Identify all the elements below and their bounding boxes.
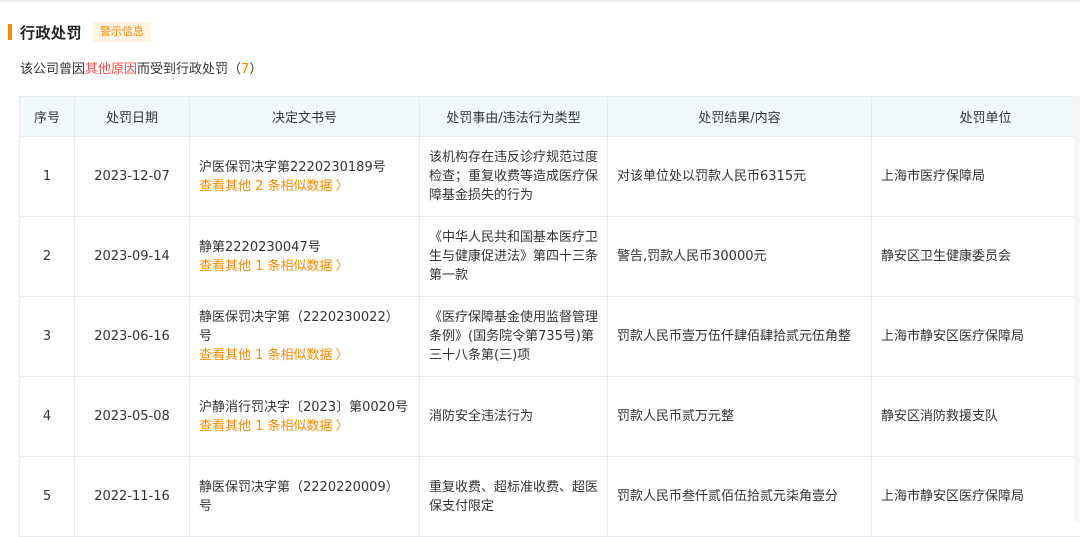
row-unit: 上海市医疗保障局 (872, 137, 1080, 217)
header-no: 序号 (20, 97, 75, 137)
table-row: 3 2023-06-16 静医保罚决字第（2220230022）号 查看其他 1… (20, 297, 1080, 377)
row-doc-cell: 沪医保罚决字第2220230189号 查看其他 2 条相似数据〉 (190, 137, 420, 217)
row-date: 2023-05-08 (75, 377, 190, 457)
row-date: 2023-06-16 (75, 297, 190, 377)
similar-data-link[interactable]: 查看其他 1 条相似数据〉 (199, 257, 410, 276)
table-row: 1 2023-12-07 沪医保罚决字第2220230189号 查看其他 2 条… (20, 137, 1080, 217)
row-date: 2022-11-16 (75, 457, 190, 537)
row-date: 2023-09-14 (75, 217, 190, 297)
row-no: 1 (20, 137, 75, 217)
similar-data-label: 查看其他 1 条相似数据 (199, 419, 333, 434)
chevron-right-icon: 〉 (336, 346, 349, 365)
summary-prefix: 该公司曾因 (20, 62, 85, 77)
table-row: 2 2023-09-14 静第2220230047号 查看其他 1 条相似数据〉… (20, 217, 1080, 297)
similar-data-label: 查看其他 1 条相似数据 (199, 259, 333, 274)
row-reason: 消防安全违法行为 (420, 377, 608, 457)
row-date: 2023-12-07 (75, 137, 190, 217)
chevron-right-icon: 〉 (336, 417, 349, 436)
header-reason: 处罚事由/违法行为类型 (420, 97, 608, 137)
header-result: 处罚结果/内容 (608, 97, 872, 137)
chevron-right-icon: 〉 (336, 257, 349, 276)
row-result: 罚款人民币叁仟贰佰伍拾贰元柒角壹分 (608, 457, 872, 537)
row-result: 罚款人民币贰万元整 (608, 377, 872, 457)
row-unit: 上海市静安区医疗保障局 (872, 297, 1080, 377)
summary-mid: 而受到行政处罚（ (137, 62, 241, 77)
row-reason: 重复收费、超标准收费、超医保支付限定 (420, 457, 608, 537)
header-unit: 处罚单位 (872, 97, 1080, 137)
row-result: 罚款人民币壹万伍仟肆佰肆拾贰元伍角整 (608, 297, 872, 377)
penalty-table: 序号 处罚日期 决定文书号 处罚事由/违法行为类型 处罚结果/内容 处罚单位 1… (19, 96, 1080, 537)
row-reason: 《医疗保障基金使用监督管理条例》(国务院令第735号)第三十八条第(三)项 (420, 297, 608, 377)
summary-suffix: ） (249, 62, 262, 77)
row-unit: 上海市静安区医疗保障局 (872, 457, 1080, 537)
row-no: 4 (20, 377, 75, 457)
row-no: 3 (20, 297, 75, 377)
row-doc: 静医保罚决字第（2220230022）号 (199, 308, 410, 346)
row-result: 警告,罚款人民币30000元 (608, 217, 872, 297)
warning-badge: 警示信息 (93, 22, 151, 42)
similar-data-link[interactable]: 查看其他 2 条相似数据〉 (199, 177, 410, 196)
penalty-summary: 该公司曾因其他原因而受到行政处罚（7） (20, 60, 262, 80)
header-date: 处罚日期 (75, 97, 190, 137)
row-doc: 静第2220230047号 (199, 238, 410, 257)
row-unit: 静安区卫生健康委员会 (872, 217, 1080, 297)
row-doc-cell: 沪静消行罚决字〔2023〕第0020号 查看其他 1 条相似数据〉 (190, 377, 420, 457)
section-accent-bar (8, 24, 12, 40)
row-result: 对该单位处以罚款人民币6315元 (608, 137, 872, 217)
row-reason: 该机构存在违反诊疗规范过度检查；重复收费等造成医疗保障基金损失的行为 (420, 137, 608, 217)
similar-data-link[interactable]: 查看其他 1 条相似数据〉 (199, 346, 410, 365)
row-doc: 沪静消行罚决字〔2023〕第0020号 (199, 398, 410, 417)
scroll-edge (1074, 96, 1080, 522)
table-row: 5 2022-11-16 静医保罚决字第（2220220009）号 重复收费、超… (20, 457, 1080, 537)
row-doc-cell: 静第2220230047号 查看其他 1 条相似数据〉 (190, 217, 420, 297)
summary-reason: 其他原因 (85, 62, 137, 77)
section-title: 行政处罚 (20, 22, 82, 43)
similar-data-label: 查看其他 2 条相似数据 (199, 179, 333, 194)
row-reason: 《中华人民共和国基本医疗卫生与健康促进法》第四十三条第一款 (420, 217, 608, 297)
section-header: 行政处罚 警示信息 (8, 21, 151, 43)
row-doc-cell: 静医保罚决字第（2220220009）号 (190, 457, 420, 537)
row-doc-cell: 静医保罚决字第（2220230022）号 查看其他 1 条相似数据〉 (190, 297, 420, 377)
table-header-row: 序号 处罚日期 决定文书号 处罚事由/违法行为类型 处罚结果/内容 处罚单位 (20, 97, 1080, 137)
header-doc: 决定文书号 (190, 97, 420, 137)
row-doc: 静医保罚决字第（2220220009）号 (199, 478, 410, 516)
chevron-right-icon: 〉 (336, 177, 349, 196)
top-divider (0, 0, 1080, 2)
row-no: 2 (20, 217, 75, 297)
similar-data-link[interactable]: 查看其他 1 条相似数据〉 (199, 417, 410, 436)
row-doc: 沪医保罚决字第2220230189号 (199, 158, 410, 177)
similar-data-label: 查看其他 1 条相似数据 (199, 348, 333, 363)
row-no: 5 (20, 457, 75, 537)
row-unit: 静安区消防救援支队 (872, 377, 1080, 457)
table-row: 4 2023-05-08 沪静消行罚决字〔2023〕第0020号 查看其他 1 … (20, 377, 1080, 457)
